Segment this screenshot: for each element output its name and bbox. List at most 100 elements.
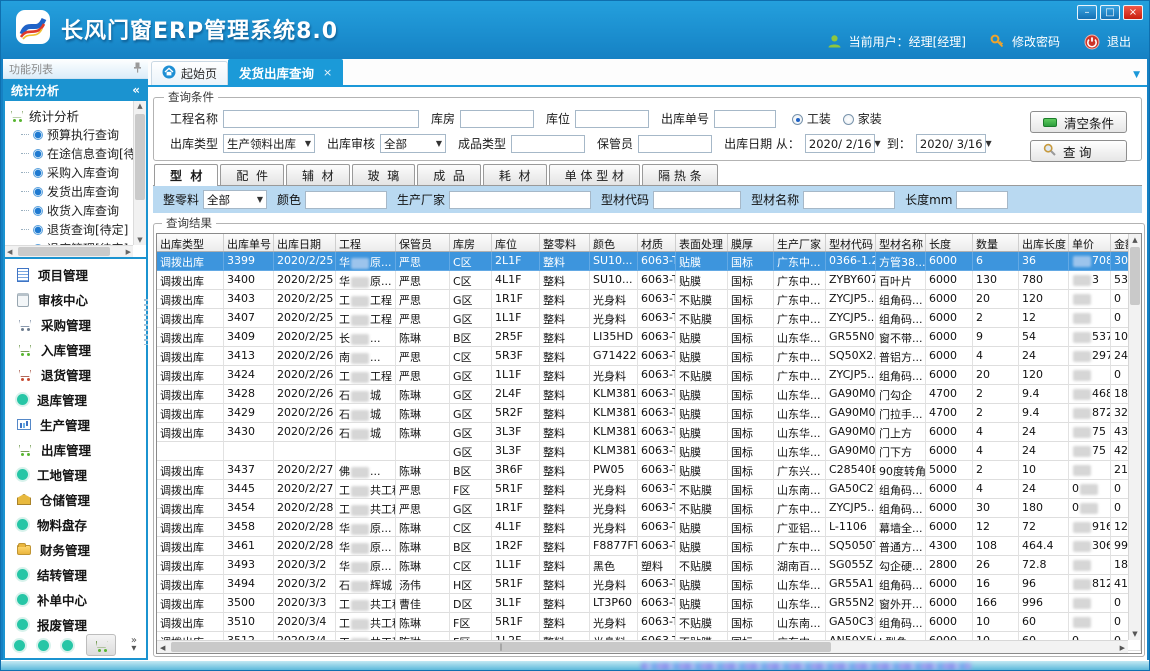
- search-button[interactable]: 查 询: [1030, 140, 1127, 162]
- scroll-up-icon[interactable]: ▲: [134, 102, 146, 110]
- column-header[interactable]: 库房: [450, 234, 492, 251]
- keeper-input[interactable]: [638, 135, 712, 153]
- overflow-menu-button[interactable]: »▾: [131, 637, 137, 653]
- sidebar-item-结转管理[interactable]: 结转管理: [5, 562, 146, 587]
- sidebar-item-退货管理[interactable]: 退货管理: [5, 362, 146, 387]
- order-no-input[interactable]: [714, 110, 776, 128]
- material-tab[interactable]: 玻 璃: [352, 164, 416, 185]
- column-header[interactable]: 颜色: [590, 234, 638, 251]
- material-tab[interactable]: 成 品: [417, 164, 481, 185]
- material-tab[interactable]: 辅 材: [286, 164, 350, 185]
- column-header[interactable]: 生产厂家: [774, 234, 826, 251]
- logout-link[interactable]: 退出: [1107, 33, 1131, 50]
- tree-item[interactable]: 预算执行查询: [9, 125, 144, 144]
- table-row[interactable]: 调拨出库34372020/2/27佛...陈琳B区3R6F整料PW056063-…: [157, 461, 1141, 480]
- change-password-link[interactable]: 修改密码: [1012, 33, 1060, 50]
- profile-code-input[interactable]: [653, 191, 741, 209]
- sidebar-item-工地管理[interactable]: 工地管理: [5, 462, 146, 487]
- table-row[interactable]: 调拨出库34002020/2/25华原...严思C区4L1F整料SU10...6…: [157, 271, 1141, 290]
- product-type-input[interactable]: [511, 135, 585, 153]
- scroll-right-icon[interactable]: ▶: [1120, 644, 1125, 652]
- scroll-down-icon[interactable]: ▼: [134, 236, 146, 244]
- table-row[interactable]: 调拨出库35002020/3/3工共工程曹佳D区3L1F整料LT3P606063…: [157, 594, 1141, 613]
- table-row[interactable]: 调拨出库34092020/2/25长...陈琳B区2R5F整料LI35HD606…: [157, 328, 1141, 347]
- sidebar-item-补单中心[interactable]: 补单中心: [5, 587, 146, 612]
- tree-item[interactable]: 发货出库查询: [9, 182, 144, 201]
- column-header[interactable]: 库位: [492, 234, 540, 251]
- table-row[interactable]: 调拨出库34242020/2/26工工程严思G区1L1F整料光身料6063-T5…: [157, 366, 1141, 385]
- sidebar-item-采购管理[interactable]: 采购管理: [5, 312, 146, 337]
- scroll-up-icon[interactable]: ▲: [1129, 236, 1141, 244]
- scroll-left-icon[interactable]: ◀: [160, 644, 165, 652]
- radio-gongzhuang[interactable]: 工装: [792, 110, 831, 127]
- sidebar-item-入库管理[interactable]: 入库管理: [5, 337, 146, 362]
- tree-item[interactable]: 退货查询[待定]: [9, 220, 144, 239]
- sidebar-splitter[interactable]: [144, 299, 148, 345]
- tab-home[interactable]: 起始页: [151, 61, 228, 85]
- column-header[interactable]: 表面处理: [676, 234, 728, 251]
- table-row[interactable]: 调拨出库35102020/3/4工共工程陈琳F区5R1F整料光身料6063-T5…: [157, 613, 1141, 632]
- table-row[interactable]: 调拨出库34942020/3/2石辉城汤伟H区5R1F整料光身料6063-T5贴…: [157, 575, 1141, 594]
- out-type-select[interactable]: 生产领料出库▼: [223, 134, 315, 153]
- column-header[interactable]: 材质: [638, 234, 676, 251]
- scroll-left-icon[interactable]: ◀: [7, 248, 12, 256]
- length-input[interactable]: [956, 191, 1008, 209]
- column-header[interactable]: 型材代码: [826, 234, 876, 251]
- location-input[interactable]: [575, 110, 649, 128]
- date-from-select[interactable]: 2020/ 2/16▼: [805, 134, 875, 153]
- sidebar-item-仓储管理[interactable]: 仓储管理: [5, 487, 146, 512]
- column-header[interactable]: 型材名称: [876, 234, 926, 251]
- pin-icon[interactable]: [133, 62, 142, 76]
- material-tab[interactable]: 耗 材: [483, 164, 547, 185]
- tree-root-statistics[interactable]: 统计分析: [9, 105, 144, 125]
- table-row[interactable]: 调拨出库34542020/2/28工共工程严思G区1R1F整料光身料6063-T…: [157, 499, 1141, 518]
- tab-shipment-outbound-query[interactable]: 发货出库查询 ×: [228, 59, 343, 85]
- sidebar-item-物料盘存[interactable]: 物料盘存: [5, 512, 146, 537]
- module-dot-icon[interactable]: [62, 640, 73, 651]
- scroll-down-icon[interactable]: ▼: [1129, 630, 1141, 638]
- module-dot-icon[interactable]: [38, 640, 49, 651]
- column-header[interactable]: 工程: [336, 234, 396, 251]
- table-row[interactable]: 调拨出库34292020/2/26石城陈琳G区5R2F整料KLM38176063…: [157, 404, 1141, 423]
- minimize-button[interactable]: –: [1077, 5, 1097, 20]
- tab-close-icon[interactable]: ×: [323, 66, 332, 79]
- sidebar-item-财务管理[interactable]: 财务管理: [5, 537, 146, 562]
- date-to-select[interactable]: 2020/ 3/16▼: [916, 134, 986, 153]
- maximize-button[interactable]: □: [1100, 5, 1120, 20]
- table-row[interactable]: 调拨出库34612020/2/28华原...陈琳B区1R2F整料F8877FT6…: [157, 537, 1141, 556]
- part-select[interactable]: 全部▼: [203, 190, 267, 209]
- cart-module-button[interactable]: [86, 634, 116, 656]
- column-header[interactable]: 膜厚: [728, 234, 774, 251]
- table-row[interactable]: 调拨出库34452020/2/27工共工程严思F区5R1F整料光身料6063-T…: [157, 480, 1141, 499]
- table-row[interactable]: 调拨出库34132020/2/26南...严思C区5R3F整料G71422606…: [157, 347, 1141, 366]
- sidebar-item-出库管理[interactable]: 出库管理: [5, 437, 146, 462]
- scrollbar-thumb[interactable]: ‖: [171, 642, 831, 652]
- table-vertical-scrollbar[interactable]: ▲ ▼: [1128, 234, 1141, 640]
- column-header[interactable]: 数量: [973, 234, 1019, 251]
- tree-item[interactable]: 采购入库查询: [9, 163, 144, 182]
- material-tab[interactable]: 配 件: [220, 164, 284, 185]
- tree-item[interactable]: 在途信息查询[待: [9, 144, 144, 163]
- tree-item[interactable]: 收货入库查询: [9, 201, 144, 220]
- tab-list-caret-icon[interactable]: ▼: [1133, 70, 1140, 80]
- sidebar-item-生产管理[interactable]: 生产管理: [5, 412, 146, 437]
- material-tab[interactable]: 型 材: [154, 164, 218, 187]
- table-row[interactable]: 调拨出库34302020/2/26石城陈琳G区3L3F整料KLM38176063…: [157, 423, 1141, 442]
- material-tab[interactable]: 单 体 型 材: [549, 164, 640, 185]
- table-row[interactable]: 调拨出库34072020/2/25工工程严思G区1L1F整料光身料6063-T5…: [157, 309, 1141, 328]
- tree-horizontal-scrollbar[interactable]: ◀ ▶: [5, 245, 133, 257]
- column-header[interactable]: 单价: [1069, 234, 1111, 251]
- color-input[interactable]: [305, 191, 387, 209]
- scrollbar-thumb[interactable]: [18, 247, 110, 256]
- material-tab[interactable]: 隔 热 条: [642, 164, 718, 185]
- warehouse-input[interactable]: [460, 110, 534, 128]
- table-row[interactable]: 调拨出库34282020/2/26石城陈琳G区2L4F整料KLM38176063…: [157, 385, 1141, 404]
- project-name-input[interactable]: [223, 110, 419, 128]
- close-button[interactable]: ×: [1123, 5, 1143, 20]
- radio-jiazhuang[interactable]: 家装: [843, 110, 882, 127]
- table-row[interactable]: 调拨出库33992020/2/25华原...严思C区2L1F整料SU10...6…: [157, 252, 1141, 271]
- section-header-statistics[interactable]: 统计分析 «: [3, 79, 148, 101]
- scrollbar-thumb[interactable]: [135, 114, 145, 200]
- table-row[interactable]: 调拨出库34032020/2/25工工程严思G区1R1F整料光身料6063-T5…: [157, 290, 1141, 309]
- audit-select[interactable]: 全部▼: [380, 134, 446, 153]
